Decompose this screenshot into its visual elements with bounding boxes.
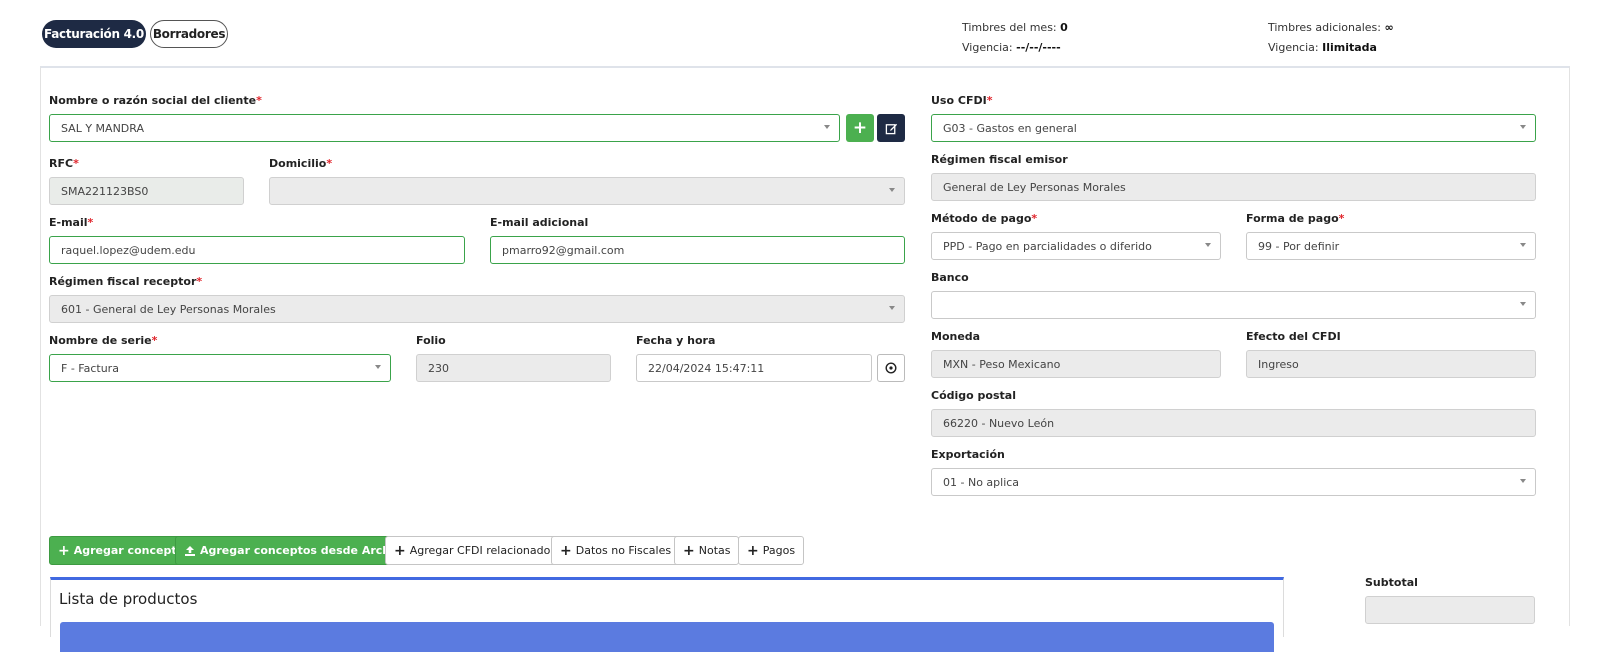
serie-label: Nombre de serie*: [49, 334, 158, 347]
productos-title: Lista de productos: [59, 590, 198, 608]
chevron-down-icon: [1520, 243, 1526, 247]
efecto-cfdi-label: Efecto del CFDI: [1246, 330, 1341, 343]
domicilio-label: Domicilio*: [269, 157, 333, 170]
productos-panel: Lista de productos: [50, 577, 1284, 652]
subtotal-input[interactable]: [1365, 596, 1535, 624]
rfc-label: RFC*: [49, 157, 79, 170]
plus-icon: +: [852, 118, 868, 138]
timbres-mes-value: 0: [1060, 21, 1068, 34]
clock-button[interactable]: [877, 354, 905, 382]
serie-select[interactable]: F - Factura: [49, 354, 391, 382]
banco-label: Banco: [931, 271, 969, 284]
vigencia-mes-value: --/--/----: [1016, 41, 1061, 54]
fecha-label: Fecha y hora: [636, 334, 716, 347]
clock-icon: [885, 362, 897, 374]
regimen-receptor-label: Régimen fiscal receptor*: [49, 275, 203, 288]
banco-select[interactable]: [931, 291, 1536, 319]
agregar-concepto-button[interactable]: + Agregar concepto: [49, 536, 194, 565]
folio-label: Folio: [416, 334, 446, 347]
vigencia-adicionales-label: Vigencia:: [1268, 41, 1319, 54]
regimen-receptor-select[interactable]: 601 - General de Ley Personas Morales: [49, 295, 905, 323]
uso-cfdi-label: Uso CFDI*: [931, 94, 993, 107]
timbres-mes-label: Timbres del mes:: [962, 21, 1057, 34]
tab-borradores[interactable]: Borradores: [150, 20, 228, 48]
edit-cliente-button[interactable]: [877, 114, 905, 142]
chevron-down-icon: [1205, 243, 1211, 247]
cliente-label: Nombre o razón social del cliente*: [49, 94, 262, 107]
plus-icon: +: [394, 542, 406, 559]
chevron-down-icon: [889, 306, 895, 310]
exportacion-select[interactable]: 01 - No aplica: [931, 468, 1536, 496]
email-input[interactable]: raquel.lopez@udem.edu: [49, 236, 465, 264]
moneda-input[interactable]: MXN - Peso Mexicano: [931, 350, 1221, 378]
tab-facturacion[interactable]: Facturación 4.0: [42, 20, 146, 48]
rfc-input[interactable]: SMA221123BS0: [49, 177, 244, 205]
email-adicional-input[interactable]: pmarro92@gmail.com: [490, 236, 905, 264]
forma-pago-select[interactable]: 99 - Por definir: [1246, 232, 1536, 260]
regimen-emisor-input[interactable]: General de Ley Personas Morales: [931, 173, 1536, 201]
chevron-down-icon: [1520, 479, 1526, 483]
codigo-postal-input[interactable]: 66220 - Nuevo León: [931, 409, 1536, 437]
vigencia-mes: Vigencia: --/--/----: [962, 41, 1061, 54]
timbres-adicionales-label: Timbres adicionales:: [1268, 21, 1381, 34]
productos-table-header: [60, 622, 1274, 652]
forma-pago-label: Forma de pago*: [1246, 212, 1345, 225]
timbres-adicionales: Timbres adicionales: ∞: [1268, 21, 1394, 34]
plus-icon: +: [683, 542, 695, 559]
vigencia-mes-label: Vigencia:: [962, 41, 1013, 54]
codigo-postal-label: Código postal: [931, 389, 1016, 402]
plus-icon: +: [58, 542, 70, 559]
plus-icon: +: [747, 542, 759, 559]
domicilio-select[interactable]: [269, 177, 905, 205]
subtotal-label: Subtotal: [1365, 576, 1418, 589]
moneda-label: Moneda: [931, 330, 981, 343]
vigencia-adicionales: Vigencia: Ilimitada: [1268, 41, 1377, 54]
upload-icon: [185, 545, 195, 556]
add-cliente-button[interactable]: +: [846, 114, 874, 142]
email-adicional-label: E-mail adicional: [490, 216, 589, 229]
pagos-button[interactable]: + Pagos: [738, 536, 805, 565]
agregar-conceptos-archivo-button[interactable]: Agregar conceptos desde Archivo: [175, 536, 418, 565]
exportacion-label: Exportación: [931, 448, 1005, 461]
chevron-down-icon: [375, 365, 381, 369]
vigencia-adicionales-value: Ilimitada: [1322, 41, 1377, 54]
edit-icon: [885, 123, 897, 134]
notas-button[interactable]: + Notas: [674, 536, 740, 565]
metodo-pago-select[interactable]: PPD - Pago en parcialidades o diferido: [931, 232, 1221, 260]
fecha-input[interactable]: 22/04/2024 15:47:11: [636, 354, 872, 382]
agregar-cfdi-relacionado-button[interactable]: + Agregar CFDI relacionado: [385, 536, 560, 565]
timbres-mes: Timbres del mes: 0: [962, 21, 1068, 34]
plus-icon: +: [560, 542, 572, 559]
timbres-adicionales-value: ∞: [1384, 21, 1394, 34]
datos-no-fiscales-button[interactable]: + Datos no Fiscales: [551, 536, 681, 565]
cliente-select[interactable]: SAL Y MANDRA: [49, 114, 840, 142]
regimen-emisor-label: Régimen fiscal emisor: [931, 153, 1068, 166]
email-label: E-mail*: [49, 216, 94, 229]
chevron-down-icon: [889, 188, 895, 192]
efecto-cfdi-input[interactable]: Ingreso: [1246, 350, 1536, 378]
chevron-down-icon: [1520, 302, 1526, 306]
uso-cfdi-select[interactable]: G03 - Gastos en general: [931, 114, 1536, 142]
folio-input[interactable]: 230: [416, 354, 611, 382]
metodo-pago-label: Método de pago*: [931, 212, 1038, 225]
chevron-down-icon: [1520, 125, 1526, 129]
chevron-down-icon: [824, 125, 830, 129]
